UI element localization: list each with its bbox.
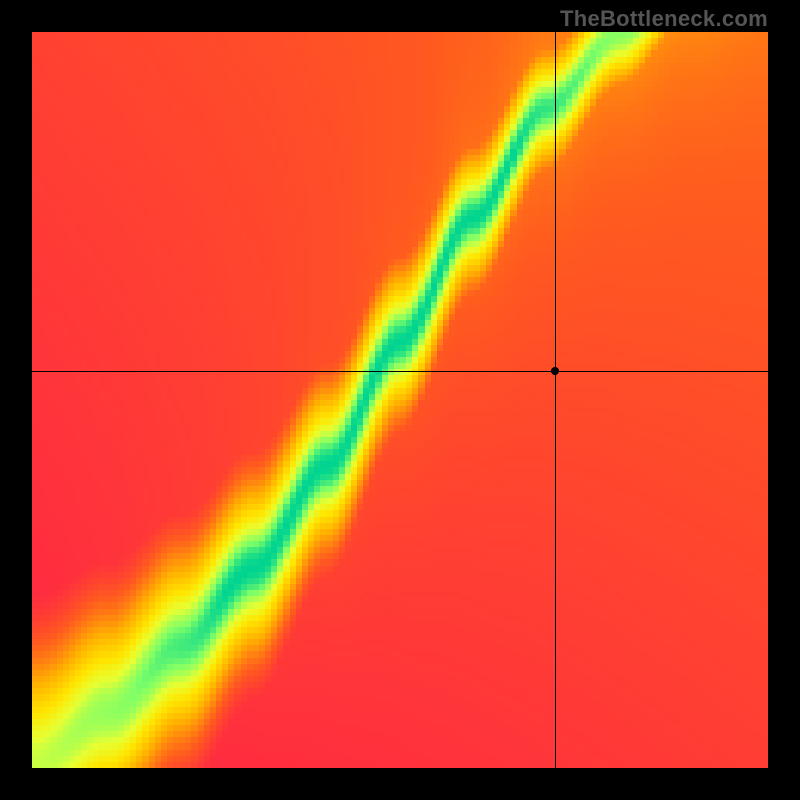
marker-point [551,367,559,375]
crosshair-vertical [555,32,556,768]
heatmap-canvas [32,32,768,768]
crosshair-horizontal [32,371,768,372]
watermark-text: TheBottleneck.com [560,6,768,32]
chart-frame: TheBottleneck.com [0,0,800,800]
plot-area [32,32,768,768]
